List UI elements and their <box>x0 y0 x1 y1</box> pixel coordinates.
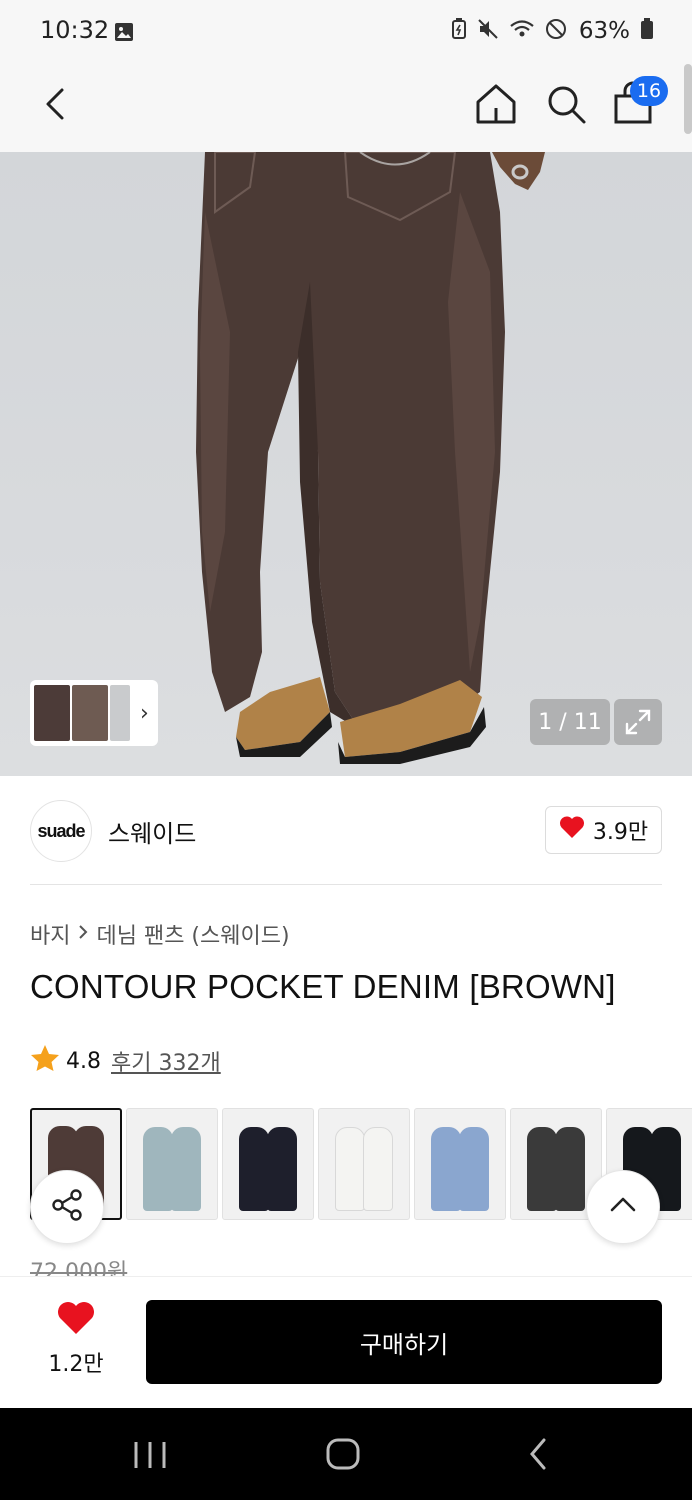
battery-saver-icon <box>451 18 467 44</box>
breadcrumb: 바지 데님 팬츠 (스웨이드) <box>30 918 290 950</box>
image-counter: 1 / 11 <box>530 699 610 745</box>
variant-pants-image <box>143 1127 173 1211</box>
variant-pants-image <box>171 1127 201 1211</box>
home-nav-icon[interactable] <box>324 1436 362 1476</box>
back-nav-icon[interactable] <box>524 1436 554 1476</box>
back-icon[interactable] <box>36 82 76 126</box>
chevron-right-icon <box>76 922 90 947</box>
wishlist-button[interactable]: 1.2만 <box>44 1300 108 1378</box>
review-count-link[interactable]: 후기 332개 <box>111 1045 221 1077</box>
thumbnail-image[interactable] <box>72 685 108 741</box>
brand-name[interactable]: 스웨이드 <box>108 814 196 849</box>
breadcrumb-item[interactable]: 바지 <box>30 918 70 950</box>
rating-row: 4.8 후기 332개 <box>30 1044 221 1078</box>
brand-logo[interactable]: suade <box>30 800 92 862</box>
thumbnail-strip[interactable]: › <box>30 680 158 746</box>
variant-pants-image <box>459 1127 489 1211</box>
buy-button[interactable]: 구매하기 <box>146 1300 662 1384</box>
variant-pants-image <box>267 1127 297 1211</box>
color-variant-thumbnail[interactable] <box>222 1108 314 1220</box>
variant-pants-image <box>527 1127 557 1211</box>
variant-pants-image <box>363 1127 393 1211</box>
thumbnail-image[interactable] <box>34 685 70 741</box>
wishlist-count: 1.2만 <box>48 1352 104 1377</box>
system-navigation-bar <box>0 1408 692 1500</box>
variant-pants-image <box>239 1127 269 1211</box>
cart-count-badge: 16 <box>630 76 668 106</box>
battery-percent: 63% <box>578 18 630 44</box>
battery-icon <box>640 18 654 44</box>
image-icon <box>114 22 134 46</box>
scrollbar[interactable] <box>684 64 692 134</box>
variant-pants-image <box>555 1127 585 1211</box>
brand-like-button[interactable]: 3.9만 <box>545 806 662 854</box>
home-icon[interactable] <box>474 80 518 128</box>
breadcrumb-item[interactable]: 데님 팬츠 (스웨이드) <box>96 918 289 950</box>
top-navigation <box>0 64 692 152</box>
scroll-to-top-button[interactable] <box>586 1170 660 1244</box>
variant-pants-image <box>431 1127 461 1211</box>
color-variant-thumbnail[interactable] <box>126 1108 218 1220</box>
divider <box>30 884 662 885</box>
thumbnail-image[interactable] <box>110 685 130 741</box>
heart-icon <box>559 815 585 845</box>
star-icon <box>30 1044 60 1078</box>
recent-apps-icon[interactable] <box>130 1438 170 1476</box>
expand-icon[interactable] <box>614 699 662 745</box>
clock: 10:32 <box>40 16 110 44</box>
product-title: CONTOUR POCKET DENIM [BROWN] <box>30 968 616 1005</box>
mute-icon <box>477 18 499 44</box>
rating-value: 4.8 <box>66 1048 101 1074</box>
color-variant-thumbnail[interactable] <box>414 1108 506 1220</box>
search-icon[interactable] <box>544 80 588 128</box>
share-button[interactable] <box>30 1170 104 1244</box>
chevron-right-icon[interactable]: › <box>140 701 149 726</box>
wifi-icon <box>509 18 535 44</box>
brand-like-count: 3.9만 <box>592 820 649 845</box>
heart-icon <box>56 1300 96 1340</box>
share-icon <box>49 1187 85 1227</box>
color-variant-thumbnail[interactable] <box>318 1108 410 1220</box>
chevron-up-icon <box>608 1195 638 1219</box>
do-not-disturb-icon <box>545 18 567 44</box>
variant-pants-image <box>335 1127 365 1211</box>
status-bar: 10:32 63% <box>0 0 692 64</box>
